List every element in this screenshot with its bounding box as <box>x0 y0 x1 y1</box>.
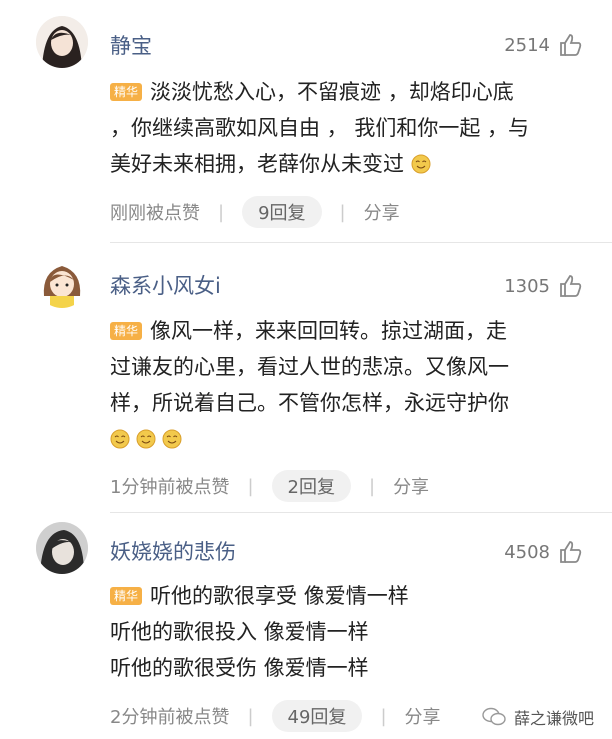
like-count: 2514 <box>504 34 550 56</box>
separator: | <box>339 201 346 223</box>
comment-line: 听他的歌很投入 像爱情一样 <box>110 620 369 644</box>
thumbs-up-icon[interactable] <box>558 539 584 565</box>
like-counter[interactable]: 4508 <box>504 539 584 565</box>
smile-emoji-icon <box>110 429 130 449</box>
reply-button[interactable]: 9回复 <box>242 196 322 228</box>
comment-line: ，你继续高歌如风自由 ， 我们和你一起 ，与 <box>110 116 530 140</box>
comment-line: 样，所说着自己。不管你怎样，永远守护你 <box>110 391 509 415</box>
comment-footer: 刚刚被点赞 | 9回复 | 分享 <box>110 196 400 228</box>
separator: | <box>218 201 225 223</box>
featured-badge: 精华 <box>110 587 143 605</box>
smile-emoji-icon <box>162 429 182 449</box>
watermark: 薛之谦微吧 <box>482 705 594 729</box>
comment-text: 精华 淡淡忧愁入心，不留痕迹 ，却烙印心底 ，你继续高歌如风自由 ， 我们和你一起… <box>110 74 590 182</box>
avatar[interactable] <box>36 522 88 574</box>
reply-button[interactable]: 49回复 <box>271 700 363 732</box>
like-time: 2分钟前被点赞 <box>110 707 230 728</box>
thumbs-up-icon[interactable] <box>558 32 584 58</box>
comment-line: 听他的歌很受伤 像爱情一样 <box>110 656 369 680</box>
reply-button[interactable]: 2回复 <box>271 470 351 502</box>
separator: | <box>247 475 254 497</box>
like-time: 刚刚被点赞 <box>110 203 200 224</box>
wechat-icon <box>482 707 506 726</box>
comment-text: 精华 听他的歌很享受 像爱情一样 听他的歌很投入 像爱情一样 听他的歌很受伤 像爱… <box>110 578 590 686</box>
like-count: 4508 <box>504 541 550 563</box>
divider <box>110 242 612 243</box>
username[interactable]: 森系小风女i <box>110 270 221 300</box>
avatar[interactable] <box>36 16 88 68</box>
featured-badge: 精华 <box>110 322 143 340</box>
share-button[interactable]: 分享 <box>393 473 429 499</box>
watermark-text: 薛之谦微吧 <box>513 709 594 728</box>
comment-line: 淡淡忧愁入心，不留痕迹 ，却烙印心底 <box>150 80 514 104</box>
separator: | <box>380 705 387 727</box>
comment-line: 美好未来相拥，老薛你从未变过 <box>110 152 404 176</box>
username[interactable]: 妖娆娆的悲伤 <box>110 536 236 566</box>
comment-footer: 1分钟前被点赞 | 2回复 | 分享 <box>110 470 429 502</box>
separator: | <box>368 475 376 497</box>
divider <box>110 512 612 513</box>
smile-emoji-icon <box>411 154 431 174</box>
comment-text: 精华 像风一样，来来回回转。掠过湖面，走 过谦友的心里，看过人世的悲凉。又像风一 … <box>110 313 590 457</box>
featured-badge: 精华 <box>110 83 143 101</box>
like-count: 1305 <box>504 275 550 297</box>
comment-line: 过谦友的心里，看过人世的悲凉。又像风一 <box>110 355 509 379</box>
username[interactable]: 静宝 <box>110 30 152 60</box>
smile-emoji-icon <box>136 429 156 449</box>
comment-line: 听他的歌很享受 像爱情一样 <box>150 584 409 608</box>
like-counter[interactable]: 1305 <box>504 273 584 299</box>
like-time: 1分钟前被点赞 <box>110 477 230 498</box>
separator: | <box>247 705 254 727</box>
share-button[interactable]: 分享 <box>364 199 400 225</box>
like-counter[interactable]: 2514 <box>504 32 584 58</box>
comment-footer: 2分钟前被点赞 | 49回复 | 分享 <box>110 700 441 732</box>
avatar[interactable] <box>36 256 88 308</box>
comment-line: 像风一样，来来回回转。掠过湖面，走 <box>150 319 508 343</box>
share-button[interactable]: 分享 <box>405 703 441 729</box>
thumbs-up-icon[interactable] <box>558 273 584 299</box>
